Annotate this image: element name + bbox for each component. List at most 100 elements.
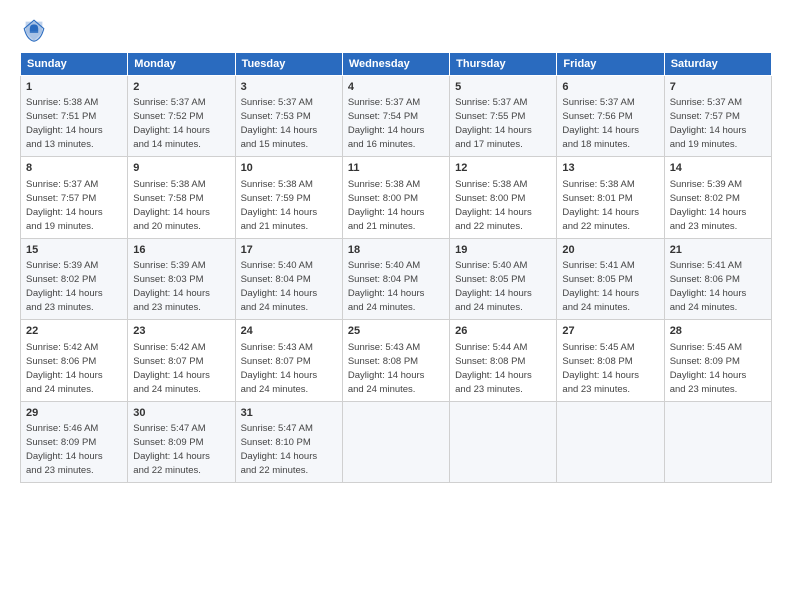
day-info: Sunrise: 5:39 AM Sunset: 8:02 PM Dayligh… <box>670 179 747 232</box>
day-number: 14 <box>670 161 766 176</box>
day-info: Sunrise: 5:47 AM Sunset: 8:10 PM Dayligh… <box>241 423 318 476</box>
day-number: 17 <box>241 243 337 258</box>
day-info: Sunrise: 5:45 AM Sunset: 8:08 PM Dayligh… <box>562 342 639 395</box>
header-cell-saturday: Saturday <box>664 53 771 76</box>
day-number: 31 <box>241 406 337 421</box>
calendar-cell <box>342 401 449 482</box>
page: SundayMondayTuesdayWednesdayThursdayFrid… <box>0 0 792 612</box>
calendar-cell: 25 Sunrise: 5:43 AM Sunset: 8:08 PM Dayli… <box>342 320 449 401</box>
day-info: Sunrise: 5:38 AM Sunset: 7:59 PM Dayligh… <box>241 179 318 232</box>
day-info: Sunrise: 5:47 AM Sunset: 8:09 PM Dayligh… <box>133 423 210 476</box>
day-number: 15 <box>26 243 122 258</box>
day-info: Sunrise: 5:37 AM Sunset: 7:53 PM Dayligh… <box>241 97 318 150</box>
calendar-cell: 7 Sunrise: 5:37 AM Sunset: 7:57 PM Daylig… <box>664 76 771 157</box>
calendar-cell: 28 Sunrise: 5:45 AM Sunset: 8:09 PM Dayli… <box>664 320 771 401</box>
day-number: 9 <box>133 161 229 176</box>
calendar-table: SundayMondayTuesdayWednesdayThursdayFrid… <box>20 52 772 483</box>
day-number: 21 <box>670 243 766 258</box>
day-number: 26 <box>455 324 551 339</box>
day-info: Sunrise: 5:38 AM Sunset: 8:01 PM Dayligh… <box>562 179 639 232</box>
day-number: 18 <box>348 243 444 258</box>
calendar-cell: 16 Sunrise: 5:39 AM Sunset: 8:03 PM Dayli… <box>128 238 235 319</box>
week-row-5: 29 Sunrise: 5:46 AM Sunset: 8:09 PM Dayli… <box>21 401 772 482</box>
day-info: Sunrise: 5:37 AM Sunset: 7:55 PM Dayligh… <box>455 97 532 150</box>
calendar-cell: 12 Sunrise: 5:38 AM Sunset: 8:00 PM Dayli… <box>450 157 557 238</box>
calendar-cell: 29 Sunrise: 5:46 AM Sunset: 8:09 PM Dayli… <box>21 401 128 482</box>
calendar-cell: 10 Sunrise: 5:38 AM Sunset: 7:59 PM Dayli… <box>235 157 342 238</box>
calendar-cell: 30 Sunrise: 5:47 AM Sunset: 8:09 PM Dayli… <box>128 401 235 482</box>
day-number: 4 <box>348 80 444 95</box>
header-row: SundayMondayTuesdayWednesdayThursdayFrid… <box>21 53 772 76</box>
header-cell-tuesday: Tuesday <box>235 53 342 76</box>
day-info: Sunrise: 5:43 AM Sunset: 8:08 PM Dayligh… <box>348 342 425 395</box>
day-info: Sunrise: 5:40 AM Sunset: 8:05 PM Dayligh… <box>455 260 532 313</box>
day-info: Sunrise: 5:45 AM Sunset: 8:09 PM Dayligh… <box>670 342 747 395</box>
header <box>20 16 772 44</box>
day-number: 6 <box>562 80 658 95</box>
calendar-cell: 13Sunrise: 5:38 AM Sunset: 8:01 PM Dayli… <box>557 157 664 238</box>
calendar-cell: 6 Sunrise: 5:37 AM Sunset: 7:56 PM Daylig… <box>557 76 664 157</box>
day-info: Sunrise: 5:41 AM Sunset: 8:06 PM Dayligh… <box>670 260 747 313</box>
day-info: Sunrise: 5:46 AM Sunset: 8:09 PM Dayligh… <box>26 423 103 476</box>
header-cell-friday: Friday <box>557 53 664 76</box>
day-info: Sunrise: 5:37 AM Sunset: 7:57 PM Dayligh… <box>670 97 747 150</box>
calendar-cell: 5 Sunrise: 5:37 AM Sunset: 7:55 PM Daylig… <box>450 76 557 157</box>
day-number: 5 <box>455 80 551 95</box>
day-info: Sunrise: 5:38 AM Sunset: 8:00 PM Dayligh… <box>455 179 532 232</box>
calendar-cell <box>664 401 771 482</box>
day-number: 3 <box>241 80 337 95</box>
day-number: 12 <box>455 161 551 176</box>
day-number: 16 <box>133 243 229 258</box>
calendar-cell: 21 Sunrise: 5:41 AM Sunset: 8:06 PM Dayli… <box>664 238 771 319</box>
day-number: 28 <box>670 324 766 339</box>
day-info: Sunrise: 5:44 AM Sunset: 8:08 PM Dayligh… <box>455 342 532 395</box>
header-cell-thursday: Thursday <box>450 53 557 76</box>
calendar-cell: 15 Sunrise: 5:39 AM Sunset: 8:02 PM Dayli… <box>21 238 128 319</box>
day-number: 30 <box>133 406 229 421</box>
day-number: 19 <box>455 243 551 258</box>
day-info: Sunrise: 5:40 AM Sunset: 8:04 PM Dayligh… <box>241 260 318 313</box>
calendar-cell: 20Sunrise: 5:41 AM Sunset: 8:05 PM Dayli… <box>557 238 664 319</box>
header-cell-sunday: Sunday <box>21 53 128 76</box>
day-info: Sunrise: 5:37 AM Sunset: 7:54 PM Dayligh… <box>348 97 425 150</box>
week-row-3: 15 Sunrise: 5:39 AM Sunset: 8:02 PM Dayli… <box>21 238 772 319</box>
day-number: 22 <box>26 324 122 339</box>
calendar-cell: 2Sunrise: 5:37 AM Sunset: 7:52 PM Daylig… <box>128 76 235 157</box>
day-info: Sunrise: 5:38 AM Sunset: 7:58 PM Dayligh… <box>133 179 210 232</box>
day-info: Sunrise: 5:43 AM Sunset: 8:07 PM Dayligh… <box>241 342 318 395</box>
day-info: Sunrise: 5:42 AM Sunset: 8:06 PM Dayligh… <box>26 342 103 395</box>
day-number: 10 <box>241 161 337 176</box>
week-row-1: 1Sunrise: 5:38 AM Sunset: 7:51 PM Daylig… <box>21 76 772 157</box>
calendar-cell: 14 Sunrise: 5:39 AM Sunset: 8:02 PM Dayli… <box>664 157 771 238</box>
calendar-cell: 23Sunrise: 5:42 AM Sunset: 8:07 PM Dayli… <box>128 320 235 401</box>
week-row-4: 22 Sunrise: 5:42 AM Sunset: 8:06 PM Dayli… <box>21 320 772 401</box>
day-number: 11 <box>348 161 444 176</box>
week-row-2: 8 Sunrise: 5:37 AM Sunset: 7:57 PM Daylig… <box>21 157 772 238</box>
calendar-cell: 22 Sunrise: 5:42 AM Sunset: 8:06 PM Dayli… <box>21 320 128 401</box>
calendar-cell: 19 Sunrise: 5:40 AM Sunset: 8:05 PM Dayli… <box>450 238 557 319</box>
day-info: Sunrise: 5:39 AM Sunset: 8:03 PM Dayligh… <box>133 260 210 313</box>
day-number: 29 <box>26 406 122 421</box>
day-number: 8 <box>26 161 122 176</box>
calendar-cell: 31 Sunrise: 5:47 AM Sunset: 8:10 PM Dayli… <box>235 401 342 482</box>
calendar-cell: 17 Sunrise: 5:40 AM Sunset: 8:04 PM Dayli… <box>235 238 342 319</box>
day-number: 23 <box>133 324 229 339</box>
calendar-cell: 24Sunrise: 5:43 AM Sunset: 8:07 PM Dayli… <box>235 320 342 401</box>
day-info: Sunrise: 5:37 AM Sunset: 7:57 PM Dayligh… <box>26 179 103 232</box>
day-number: 7 <box>670 80 766 95</box>
calendar-cell <box>557 401 664 482</box>
day-info: Sunrise: 5:39 AM Sunset: 8:02 PM Dayligh… <box>26 260 103 313</box>
calendar-cell: 3 Sunrise: 5:37 AM Sunset: 7:53 PM Daylig… <box>235 76 342 157</box>
logo <box>20 16 52 44</box>
day-number: 1 <box>26 80 122 95</box>
calendar-cell: 4 Sunrise: 5:37 AM Sunset: 7:54 PM Daylig… <box>342 76 449 157</box>
day-info: Sunrise: 5:37 AM Sunset: 7:56 PM Dayligh… <box>562 97 639 150</box>
calendar-cell: 26 Sunrise: 5:44 AM Sunset: 8:08 PM Dayli… <box>450 320 557 401</box>
day-number: 25 <box>348 324 444 339</box>
day-number: 2 <box>133 80 229 95</box>
calendar-cell: 11Sunrise: 5:38 AM Sunset: 8:00 PM Dayli… <box>342 157 449 238</box>
calendar-cell: 1Sunrise: 5:38 AM Sunset: 7:51 PM Daylig… <box>21 76 128 157</box>
day-number: 27 <box>562 324 658 339</box>
day-number: 20 <box>562 243 658 258</box>
calendar-cell: 9 Sunrise: 5:38 AM Sunset: 7:58 PM Daylig… <box>128 157 235 238</box>
